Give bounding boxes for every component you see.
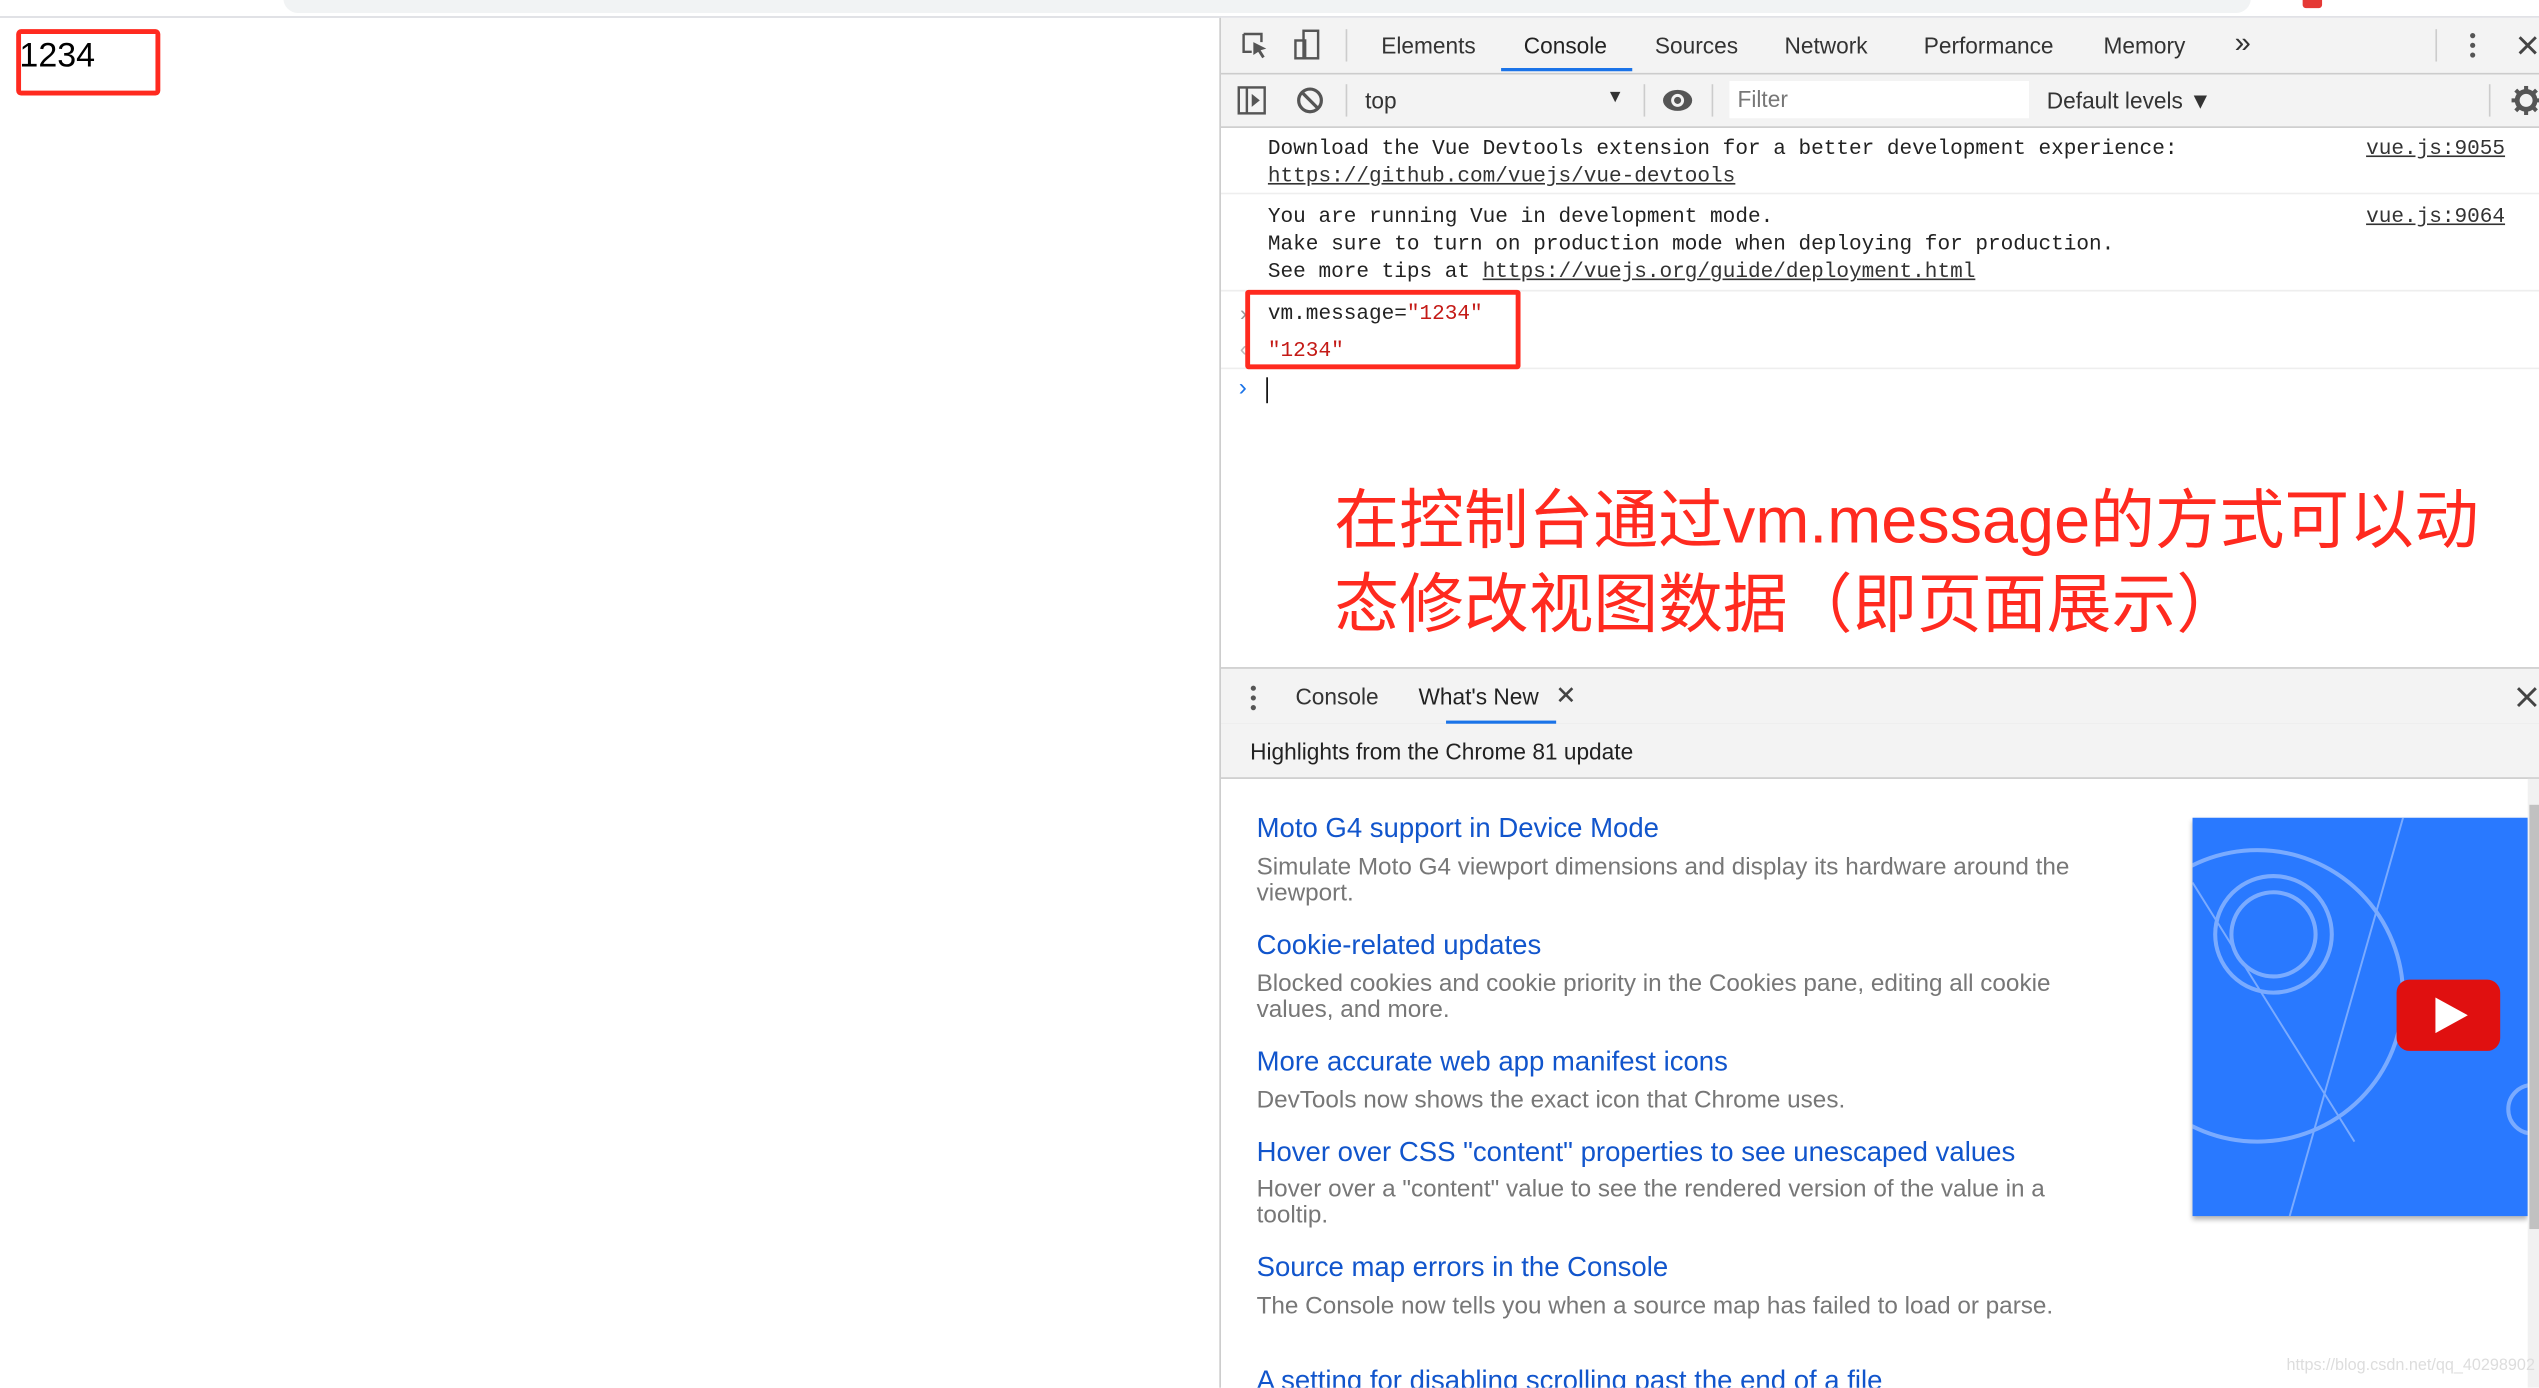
message-text: See more tips at xyxy=(1267,259,1483,284)
tab-elements[interactable]: Elements xyxy=(1381,32,1476,58)
close-drawer-icon[interactable] xyxy=(2516,687,2537,708)
address-bar[interactable] xyxy=(283,0,2251,13)
feature-link[interactable]: Source map errors in the Console xyxy=(1257,1252,1669,1284)
highlight-box-console xyxy=(1245,289,1521,370)
feature-link[interactable]: Hover over CSS "content" properties to s… xyxy=(1257,1137,2016,1169)
active-tab-indicator xyxy=(1501,68,1633,72)
dropdown-arrow-icon: ▼ xyxy=(1606,87,1624,107)
live-expression-eye-icon[interactable] xyxy=(1661,87,1693,113)
more-tabs-button[interactable]: » xyxy=(2235,26,2251,60)
message-text: Make sure to turn on production mode whe… xyxy=(1267,231,2115,256)
drawer-tab-whats-new[interactable]: What's New xyxy=(1419,683,1539,709)
watermark: https://blog.csdn.net/qq_40298902 xyxy=(2286,1356,2535,1375)
devtools-tab-bar: Elements Console Sources Network Perform… xyxy=(1220,17,2539,75)
feature-link[interactable]: More accurate web app manifest icons xyxy=(1257,1046,1728,1078)
log-levels-dropdown[interactable]: Default levels ▼ xyxy=(2047,87,2212,113)
feature-link[interactable]: Cookie-related updates xyxy=(1257,929,1542,961)
settings-gear-icon[interactable] xyxy=(2511,85,2539,115)
devtools-link[interactable]: https://github.com/vuejs/vue-devtools xyxy=(1268,164,1735,188)
context-value: top xyxy=(1365,87,1397,114)
feature-link[interactable]: Moto G4 support in Device Mode xyxy=(1257,813,1659,845)
divider xyxy=(2435,29,2438,62)
tab-console[interactable]: Console xyxy=(1524,32,1607,58)
feature-desc: The Console now tells you when a source … xyxy=(1256,1292,2054,1320)
close-devtools-icon[interactable] xyxy=(2516,34,2539,57)
kebab-menu-icon[interactable] xyxy=(2468,31,2478,60)
screen: 1234 Elements Console Sources Network Pe… xyxy=(0,0,2539,1388)
drawer-tab-bar: Console What's New xyxy=(1220,667,2539,726)
feature-desc: Blocked cookies and cookie priority in t… xyxy=(1256,969,2051,1024)
annotation-text: 在控制台通过vm.message的方式可以动态修改视图数据（即页面展示） xyxy=(1334,485,2479,642)
filter-input[interactable]: Filter xyxy=(1729,80,2029,119)
console-input[interactable] xyxy=(1266,377,1268,404)
feature-link[interactable]: A setting for disabling scrolling past t… xyxy=(1257,1365,1883,1388)
message-text: You are running Vue in development mode. xyxy=(1267,204,1774,229)
source-link[interactable]: vue.js:9055 xyxy=(2366,136,2505,160)
source-link[interactable]: vue.js:9064 xyxy=(2366,204,2505,228)
extension-badge[interactable] xyxy=(2302,0,2323,9)
divider xyxy=(1643,84,1646,117)
device-toolbar-icon[interactable] xyxy=(1292,29,1321,61)
drawer-tab-console[interactable]: Console xyxy=(1295,683,1378,709)
sidebar-toggle-icon[interactable] xyxy=(1237,86,1266,115)
drawer-menu-icon[interactable] xyxy=(1248,683,1258,712)
divider xyxy=(1711,84,1714,117)
release-video-thumbnail[interactable] xyxy=(2192,817,2528,1217)
feature-desc: DevTools now shows the exact icon that C… xyxy=(1256,1086,1846,1115)
tab-memory[interactable]: Memory xyxy=(2103,32,2185,58)
clear-console-icon[interactable] xyxy=(1295,86,1324,115)
feature-desc: Simulate Moto G4 viewport dimensions and… xyxy=(1256,853,2070,907)
header-text: Highlights from the Chrome 81 update xyxy=(1250,738,1634,765)
console-message: You are running Vue in development mode.… xyxy=(1220,196,2539,292)
deployment-link[interactable]: https://vuejs.org/guide/deployment.html xyxy=(1483,259,1976,283)
chrome-logo-graphic xyxy=(2192,817,2528,1217)
tab-sources[interactable]: Sources xyxy=(1655,32,1738,58)
feature-desc: Hover over a "content" value to see the … xyxy=(1256,1175,2045,1230)
close-tab-icon[interactable] xyxy=(1558,687,1574,703)
tab-performance[interactable]: Performance xyxy=(1924,32,2054,58)
divider xyxy=(2488,84,2491,117)
divider xyxy=(1345,84,1348,117)
prompt-chevron-icon: › xyxy=(1238,374,1247,402)
divider xyxy=(1345,29,1348,62)
tab-network[interactable]: Network xyxy=(1784,32,1867,58)
whats-new-header: Highlights from the Chrome 81 update xyxy=(1220,723,2539,779)
devtools-panel: Elements Console Sources Network Perform… xyxy=(1219,17,2539,1388)
scrollbar-thumb[interactable] xyxy=(2529,804,2539,1230)
inspect-element-icon[interactable] xyxy=(1240,31,1269,60)
message-text: Download the Vue Devtools extension for … xyxy=(1267,136,2178,161)
console-toolbar: top ▼ Filter Default levels ▼ xyxy=(1220,74,2539,128)
highlight-box-page xyxy=(16,29,161,96)
console-message: Download the Vue Devtools extension for … xyxy=(1220,128,2539,195)
context-selector[interactable]: top ▼ xyxy=(1365,87,1624,113)
drawer-scrollbar[interactable] xyxy=(2527,778,2539,1388)
